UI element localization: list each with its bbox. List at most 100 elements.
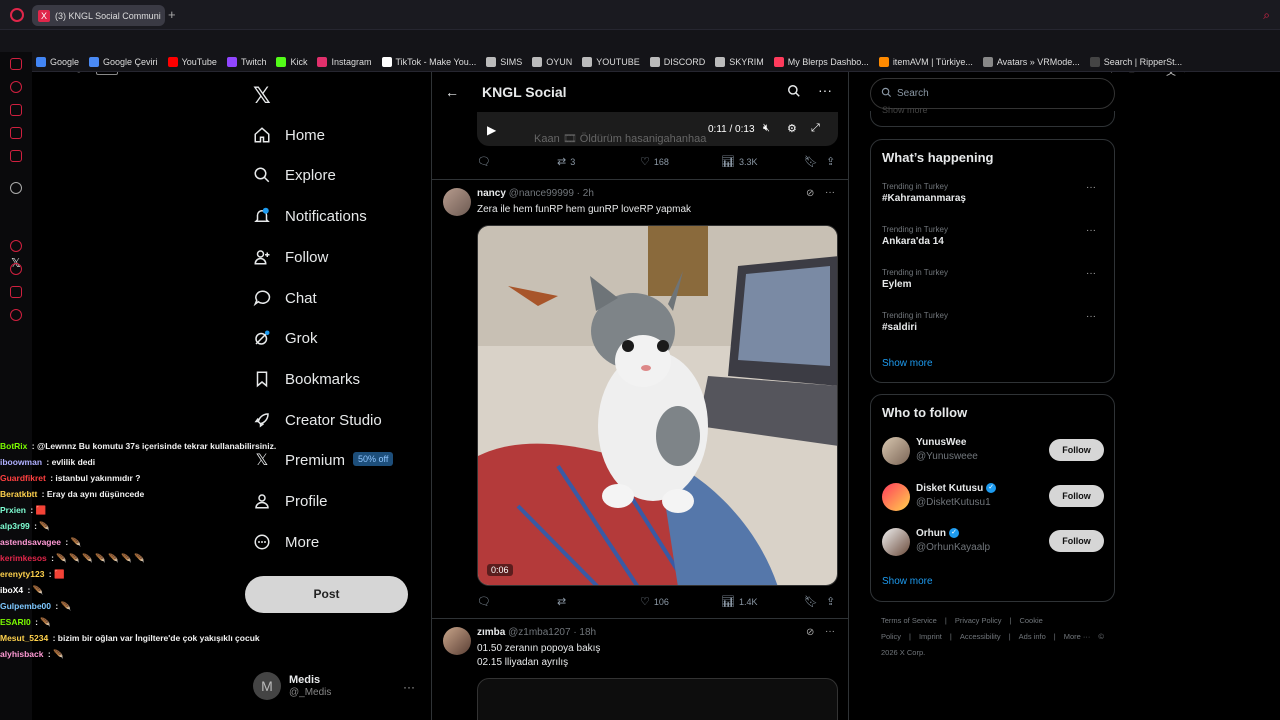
nav-notifications[interactable]: Notifications [253,203,367,229]
reply-button[interactable]: 🗨︎ [477,155,495,168]
like-button[interactable]: ♡ 106 [640,595,669,608]
chat-username[interactable]: Prxien [0,505,26,515]
chat-username[interactable]: ESARI0 [0,617,31,627]
chat-username[interactable]: Mesut_5234 [0,633,48,643]
bookmark-item[interactable]: OYUN [532,56,572,67]
trend-more-icon[interactable]: ··· [1086,268,1096,279]
like-button[interactable]: ♡ 168 [640,155,669,168]
bookmark-item[interactable]: Kick [276,56,307,67]
bookmark-item[interactable]: DISCORD [649,56,705,67]
fullscreen-icon[interactable]: ⤢ [811,122,820,135]
avatar[interactable] [443,188,471,216]
opera-logo-icon[interactable] [10,8,24,22]
chat-username[interactable]: astendsavagee [0,537,61,547]
sidebar-chatgpt-icon[interactable] [10,182,22,194]
nav-explore[interactable]: Explore [253,162,336,188]
bookmark-item[interactable]: YOUTUBE [582,56,640,67]
post-author[interactable]: zımba @z1mba1207 · 18h [477,627,596,638]
footer-link[interactable]: Imprint [919,632,942,641]
share-button[interactable]: ⇪ [826,595,839,608]
share-button[interactable]: ⇪ [826,155,839,168]
mute-icon[interactable]: 🔇︎ [763,122,770,135]
post-video[interactable] [477,678,838,720]
trend-item[interactable]: Trending in Turkey Ankara'da 14 ··· [882,225,1104,247]
footer-link[interactable]: Accessibility [960,632,1001,641]
follow-suggestion[interactable]: Disket Kutusu ✓ @DisketKutusu1 Follow [882,483,1104,515]
show-more-link[interactable]: Show more [882,358,933,369]
footer-link[interactable]: More ··· [1064,632,1091,641]
video-player[interactable]: ▶ Kaan 🎞 Öldürüm hasanigahanhaa 0:11 / 0… [477,112,838,146]
trend-more-icon[interactable]: ··· [1086,311,1096,322]
nav-chat[interactable]: Chat [253,285,317,311]
follow-button[interactable]: Follow [1049,439,1104,461]
feed-search-icon[interactable] [787,84,801,101]
repost-button[interactable]: ⇄ 3 [557,155,575,168]
sidebar-extensions-icon[interactable] [10,286,22,298]
avatar[interactable] [443,627,471,655]
grok-icon[interactable]: ⊘ [806,188,814,199]
follow-button[interactable]: Follow [1049,530,1104,552]
sidebar-shop-icon[interactable] [10,104,22,116]
chat-username[interactable]: iboX4 [0,585,23,595]
bookmark-item[interactable]: SKYRIM [715,56,764,67]
trend-item[interactable]: Trending in Turkey Eylem ··· [882,268,1104,290]
chat-username[interactable]: erenyty123 [0,569,44,579]
trend-item[interactable]: Trending in Turkey #saldiri ··· [882,311,1104,333]
sidebar-history-icon[interactable] [10,81,22,93]
bookmark-item[interactable]: Google [36,56,79,67]
trend-more-icon[interactable]: ··· [1086,225,1096,236]
follow-button[interactable]: Follow [1049,485,1104,507]
trend-item[interactable]: Trending in Turkey #Kahramanmaraş ··· [882,182,1104,204]
nav-home[interactable]: Home [253,122,325,148]
footer-link[interactable]: Terms of Service [881,616,937,625]
trend-more-icon[interactable]: ··· [1086,182,1096,193]
bookmark-item[interactable]: itemAVM | Türkiye... [878,56,973,67]
bookmark-item[interactable]: Instagram [317,56,372,67]
chat-username[interactable]: Gulpembe00 [0,601,51,611]
bookmark-item[interactable]: Twitch [226,56,266,67]
chat-username[interactable]: iboowman [0,457,42,467]
video-settings-icon[interactable]: ⚙ [787,122,797,135]
bookmark-button[interactable]: 🔖︎ [804,155,822,168]
repost-button[interactable]: ⇄ [557,595,570,608]
follow-suggestion[interactable]: YunusWee @Yunusweee Follow [882,437,1104,469]
grok-icon[interactable]: ⊘ [806,627,814,638]
back-arrow-icon[interactable]: ← [445,84,459,100]
nav-grok[interactable]: Grok [253,325,318,351]
footer-link[interactable]: Privacy Policy [955,616,1002,625]
reply-button[interactable]: 🗨︎ [477,595,495,608]
sidebar-clock-icon[interactable] [10,263,22,275]
bookmark-item[interactable]: Google Çeviri [89,56,158,67]
sidebar-player-icon[interactable] [10,240,22,252]
bookmark-button[interactable]: 🔖︎ [804,595,822,608]
chat-username[interactable]: alyhisback [0,649,43,659]
x-logo-icon[interactable]: 𝕏 [253,83,271,109]
post-more-icon[interactable]: ··· [825,187,835,198]
bookmark-item[interactable]: Search | RipperSt... [1089,56,1182,67]
post-more-icon[interactable]: ··· [825,626,835,637]
sidebar-twitch-icon[interactable] [10,127,22,139]
chat-username[interactable]: Guardfikret [0,473,46,483]
nav-creator-studio[interactable]: Creator Studio [253,407,382,433]
views-button[interactable]: 📊︎ 1.4K [721,595,757,608]
nav-bookmarks[interactable]: Bookmarks [253,366,360,392]
chat-username[interactable]: BotRix [0,441,27,451]
chat-username[interactable]: Beratkbtt [0,489,37,499]
bookmark-item[interactable]: TikTok - Make You... [381,56,476,67]
show-more-link[interactable]: Show more [882,576,933,587]
bookmark-item[interactable]: My Blerps Dashbo... [773,56,869,67]
sidebar-mail-icon[interactable] [10,150,22,162]
account-more-icon[interactable]: ··· [403,680,415,694]
tab-search-icon[interactable]: ⌕ [1263,8,1270,23]
new-tab-button[interactable]: + [168,7,176,22]
chat-username[interactable]: alp3r99 [0,521,30,531]
bookmark-item[interactable]: YouTube [167,56,217,67]
feed-more-icon[interactable]: ··· [818,82,832,98]
sidebar-messenger-icon[interactable] [10,58,22,70]
post-author[interactable]: nancy @nance99999 · 2h [477,188,594,199]
footer-link[interactable]: Ads info [1019,632,1046,641]
nav-follow[interactable]: Follow [253,244,328,270]
chat-username[interactable]: kerimkesos [0,553,47,563]
bookmark-item[interactable]: Avatars » VRMode... [982,56,1080,67]
follow-suggestion[interactable]: Orhun ✓ @OrhunKayaalp Follow [882,528,1104,560]
